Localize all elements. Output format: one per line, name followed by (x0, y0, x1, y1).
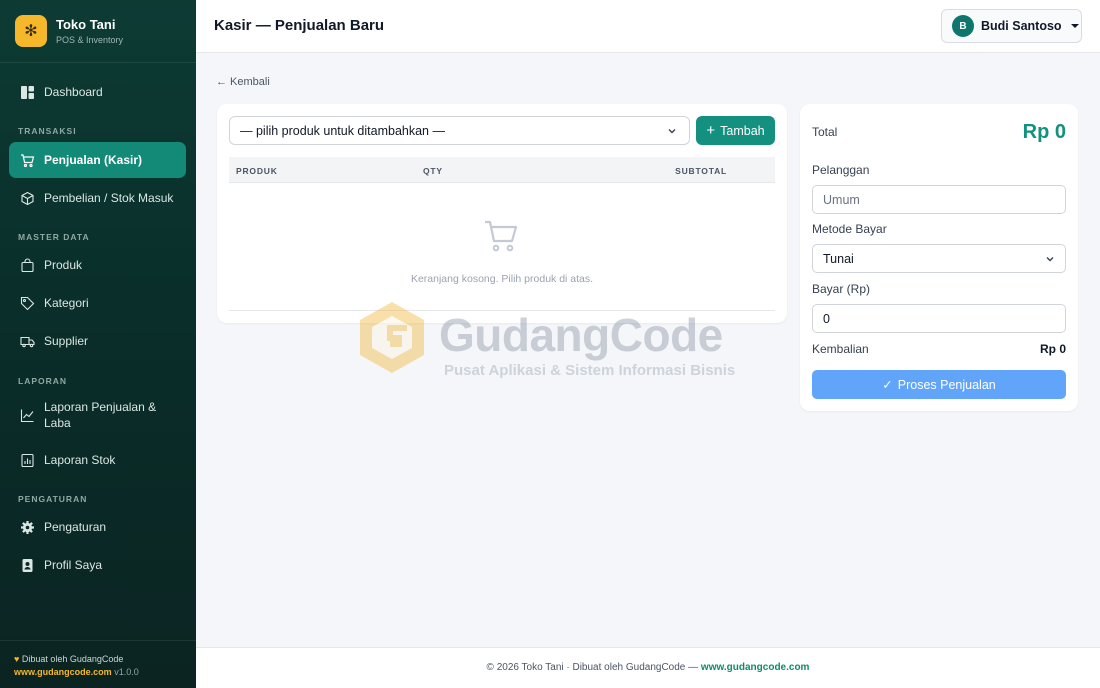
summary-card: Total Rp 0 Pelanggan Umum Metode Bayar T… (800, 104, 1078, 411)
avatar: B (952, 15, 974, 37)
cart-table-header: PRODUK QTY SUBTOTAL (229, 157, 775, 183)
chevron-down-icon (668, 128, 676, 133)
dashboard-icon (19, 84, 35, 100)
add-product-button[interactable]: + Tambah (696, 116, 775, 145)
watermark: GudangCode Pusat Aplikasi & Sistem Infor… (357, 300, 757, 380)
product-select-value: — pilih produk untuk ditambahkan — (240, 123, 445, 138)
profile-icon (19, 557, 35, 573)
product-select[interactable]: — pilih produk untuk ditambahkan — (229, 116, 690, 145)
pay-amount-label: Bayar (Rp) (812, 282, 871, 296)
sidebar-item-label: Profil Saya (44, 558, 103, 572)
check-icon: ✓ (882, 378, 893, 392)
watermark-logo-icon (360, 302, 424, 373)
brand[interactable]: ✻ Toko Tani POS & Inventory (0, 0, 196, 63)
payment-method-select[interactable]: Tunai (812, 244, 1066, 273)
gear-icon (19, 519, 35, 535)
footer-text: © 2026 Toko Tani · Dibuat oleh GudangCod… (486, 662, 701, 673)
user-menu-button[interactable]: B Budi Santoso (941, 9, 1082, 43)
brand-name: Toko Tani (56, 17, 116, 32)
version-text: v1.0.0 (114, 667, 139, 677)
caret-down-icon (1070, 24, 1079, 28)
tag-icon (19, 295, 35, 311)
watermark-title: GudangCode (439, 309, 723, 361)
sidebar: ✻ Toko Tani POS & Inventory Dashboard TR… (0, 0, 196, 688)
watermark-subtitle: Pusat Aplikasi & Sistem Informasi Bisnis (444, 362, 736, 379)
brand-subtitle: POS & Inventory (56, 35, 124, 45)
section-pengaturan: PENGATURAN (18, 494, 88, 504)
top-header: Kasir — Penjualan Baru B Budi Santoso (196, 0, 1100, 53)
sidebar-item-pembelian[interactable]: Pembelian / Stok Masuk (9, 185, 186, 211)
sidebar-item-kategori[interactable]: Kategori (9, 290, 186, 316)
total-value: Rp 0 (1022, 121, 1066, 143)
sidebar-item-label: Kategori (44, 296, 89, 310)
user-name: Budi Santoso (981, 19, 1062, 33)
add-button-label: Tambah (720, 123, 765, 138)
sidebar-item-supplier[interactable]: Supplier (9, 328, 186, 354)
column-subtotal: SUBTOTAL (675, 166, 727, 176)
chevron-down-icon (1046, 257, 1054, 262)
sidebar-item-label: Supplier (44, 334, 89, 348)
payment-method-value: Tunai (823, 251, 854, 266)
truck-icon (19, 333, 35, 349)
sidebar-item-label: Dashboard (44, 85, 103, 99)
sidebar-item-profil[interactable]: Profil Saya (9, 552, 186, 578)
sidebar-item-penjualan[interactable]: Penjualan (Kasir) (9, 142, 186, 178)
section-transaksi: TRANSAKSI (18, 126, 77, 136)
sidebar-footer: ♥ Dibuat oleh GudangCode www.gudangcode.… (0, 640, 196, 688)
change-label: Kembalian (812, 342, 869, 356)
sidebar-item-produk[interactable]: Produk (9, 252, 186, 278)
footer-link[interactable]: www.gudangcode.com (701, 662, 810, 673)
cart-card: — pilih produk untuk ditambahkan — + Tam… (217, 104, 787, 323)
cart-icon (19, 152, 35, 168)
sidebar-item-label: Produk (44, 258, 83, 272)
total-label: Total (812, 125, 838, 139)
sidebar-item-dashboard[interactable]: Dashboard (9, 79, 186, 105)
customer-label: Pelanggan (812, 163, 870, 177)
customer-input[interactable]: Umum (812, 185, 1066, 214)
pay-amount-input[interactable]: 0 (812, 304, 1066, 333)
sidebar-item-label: Laporan Stok (44, 453, 116, 467)
sidebar-item-laporan-stok[interactable]: Laporan Stok (9, 447, 186, 473)
sidebar-item-label: Pengaturan (44, 520, 107, 534)
payment-method-label: Metode Bayar (812, 222, 887, 236)
sidebar-item-label: Laporan Penjualan & Laba (44, 400, 157, 430)
empty-cart-message: Keranjang kosong. Pilih produk di atas. (410, 273, 594, 285)
plus-icon: + (706, 121, 716, 139)
section-laporan: LAPORAN (18, 376, 68, 386)
section-master-data: MASTER DATA (18, 232, 90, 242)
column-qty: QTY (423, 166, 443, 176)
change-value: Rp 0 (1039, 342, 1066, 356)
sidebar-item-pengaturan[interactable]: Pengaturan (9, 514, 186, 540)
brand-logo-icon: ✻ (15, 15, 47, 47)
box-icon (19, 190, 35, 206)
page-title: Kasir — Penjualan Baru (214, 17, 385, 34)
line-chart-icon (19, 407, 35, 423)
page-footer: © 2026 Toko Tani · Dibuat oleh GudangCod… (196, 647, 1100, 688)
empty-cart-icon (485, 220, 518, 252)
back-link[interactable]: ← Kembali (216, 76, 270, 88)
sidebar-footer-link[interactable]: www.gudangcode.com (14, 667, 112, 677)
process-button-label: Proses Penjualan (897, 377, 996, 392)
sidebar-item-laporan-penjualan[interactable]: Laporan Penjualan & Laba (9, 396, 186, 434)
made-by-text: Dibuat oleh GudangCode (21, 654, 124, 664)
process-sale-button[interactable]: ✓ Proses Penjualan (812, 370, 1066, 399)
bag-icon (19, 257, 35, 273)
sidebar-item-label: Pembelian / Stok Masuk (44, 191, 174, 205)
heart-icon: ♥ (14, 654, 20, 664)
column-produk: PRODUK (236, 166, 278, 176)
report-icon (19, 452, 35, 468)
sidebar-item-label: Penjualan (Kasir) (44, 153, 143, 167)
